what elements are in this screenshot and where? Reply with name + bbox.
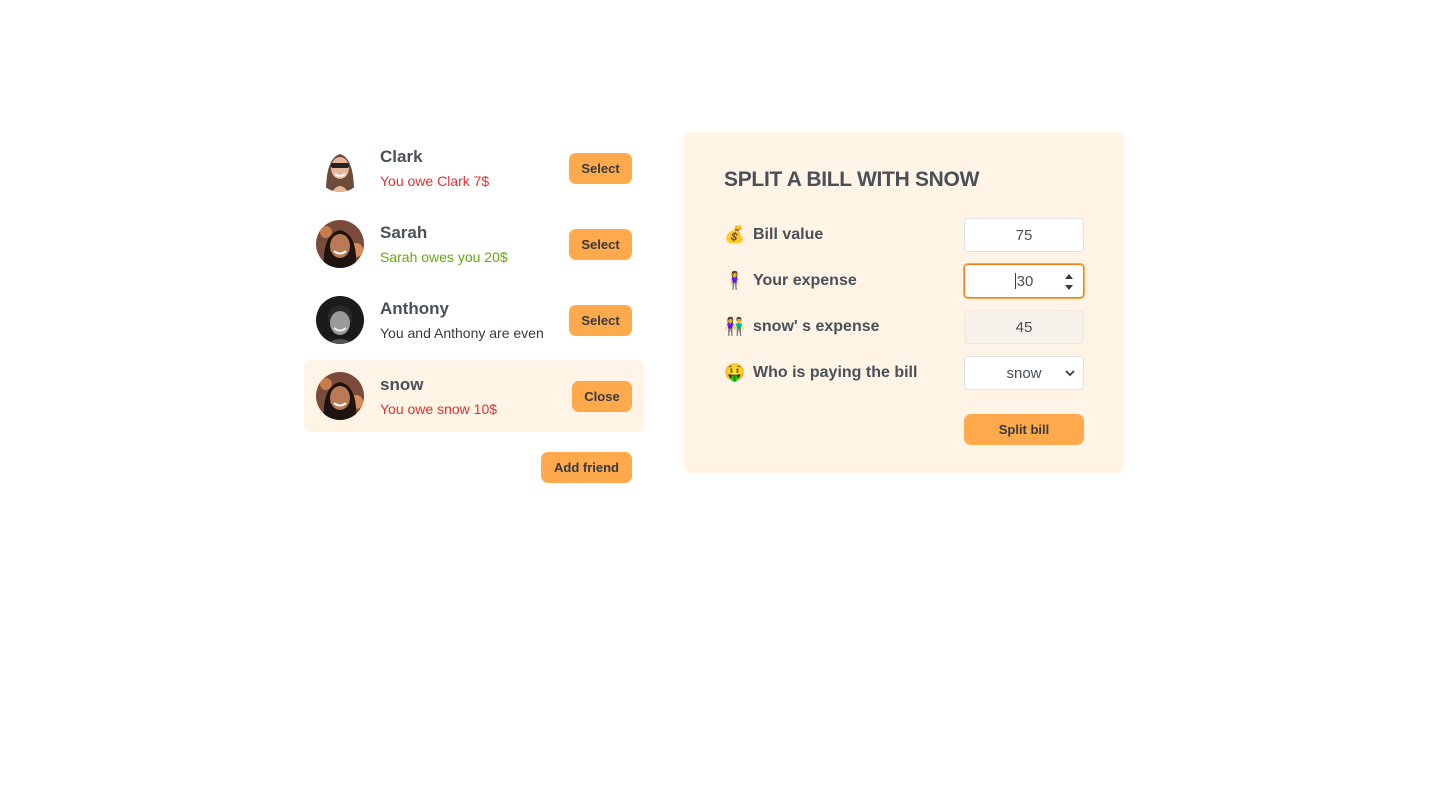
bill-value-row: 💰 Bill value 75 xyxy=(724,218,1084,252)
person-standing-icon: 🧍‍♀️ xyxy=(724,271,746,290)
number-stepper[interactable] xyxy=(1063,274,1075,290)
who-pays-text: Who is paying the bill xyxy=(753,364,918,381)
money-mouth-face-icon: 🤑 xyxy=(724,363,746,382)
friend-name: Anthony xyxy=(380,299,449,318)
friend-item-anthony: Anthony You and Anthony are even Select xyxy=(304,284,644,356)
avatar xyxy=(316,296,364,344)
who-pays-row: 🤑 Who is paying the bill snow xyxy=(724,356,1084,390)
add-friend-button[interactable]: Add friend xyxy=(541,452,632,483)
bill-value-input[interactable]: 75 xyxy=(964,218,1084,252)
friend-expense-label: 👫 snow' s expense xyxy=(724,317,964,337)
friend-balance: You owe Clark 7$ xyxy=(380,173,490,189)
submit-row: Split bill xyxy=(724,414,1084,445)
friend-expense-value: 45 xyxy=(1015,318,1033,336)
your-expense-label: 🧍‍♀️ Your expense xyxy=(724,271,964,291)
who-pays-label: 🤑 Who is paying the bill xyxy=(724,363,964,383)
friends-sidebar: Clark You owe Clark 7$ Select Sarah Sara… xyxy=(304,132,644,483)
avatar xyxy=(316,372,364,420)
bill-value-value: 75 xyxy=(1015,226,1033,244)
friend-item-sarah: Sarah Sarah owes you 20$ Select xyxy=(304,208,644,280)
friend-balance: Sarah owes you 20$ xyxy=(380,249,508,265)
your-expense-row: 🧍‍♀️ Your expense 30 xyxy=(724,264,1084,298)
money-bag-icon: 💰 xyxy=(724,225,746,244)
friend-item-snow: snow You owe snow 10$ Close xyxy=(304,360,644,432)
friend-info: Sarah Sarah owes you 20$ xyxy=(380,223,553,265)
friend-balance: You and Anthony are even xyxy=(380,325,544,341)
your-expense-input[interactable]: 30 xyxy=(964,264,1084,298)
avatar xyxy=(316,220,364,268)
split-bill-button[interactable]: Split bill xyxy=(964,414,1084,445)
select-friend-button[interactable]: Select xyxy=(569,228,632,260)
form-title: SPLIT A BILL WITH SNOW xyxy=(724,168,980,191)
your-expense-value: 30 xyxy=(1016,272,1034,290)
add-friend-row: Add friend xyxy=(304,452,644,483)
app: Clark You owe Clark 7$ Select Sarah Sara… xyxy=(304,132,1124,483)
split-bill-form: SPLIT A BILL WITH SNOW 💰 Bill value 75 🧍… xyxy=(684,132,1124,473)
friend-name: snow xyxy=(380,375,424,394)
text-cursor xyxy=(1014,273,1016,289)
friend-name: Clark xyxy=(380,147,423,166)
close-friend-button[interactable]: Close xyxy=(572,380,632,412)
your-expense-text: Your expense xyxy=(753,272,857,289)
friend-balance: You owe snow 10$ xyxy=(380,401,498,417)
stepper-down-icon[interactable] xyxy=(1065,285,1073,290)
friend-expense-input: 45 xyxy=(964,310,1084,344)
select-friend-button[interactable]: Select xyxy=(569,152,632,184)
avatar xyxy=(316,144,364,192)
friend-info: snow You owe snow 10$ xyxy=(380,375,556,417)
who-pays-value: snow xyxy=(1006,364,1042,382)
select-friend-button[interactable]: Select xyxy=(569,304,632,336)
chevron-down-icon xyxy=(1065,370,1075,377)
friend-info: Clark You owe Clark 7$ xyxy=(380,147,553,189)
bill-value-label: 💰 Bill value xyxy=(724,225,964,245)
friends-list: Clark You owe Clark 7$ Select Sarah Sara… xyxy=(304,132,644,436)
bill-value-text: Bill value xyxy=(753,226,824,243)
friend-info: Anthony You and Anthony are even xyxy=(380,299,553,341)
friend-name: Sarah xyxy=(380,223,428,242)
who-pays-select[interactable]: snow xyxy=(964,356,1084,390)
friend-expense-text: snow' s expense xyxy=(753,318,880,335)
friend-item-clark: Clark You owe Clark 7$ Select xyxy=(304,132,644,204)
people-holding-hands-icon: 👫 xyxy=(724,317,746,336)
friend-expense-row: 👫 snow' s expense 45 xyxy=(724,310,1084,344)
stepper-up-icon[interactable] xyxy=(1065,274,1073,279)
